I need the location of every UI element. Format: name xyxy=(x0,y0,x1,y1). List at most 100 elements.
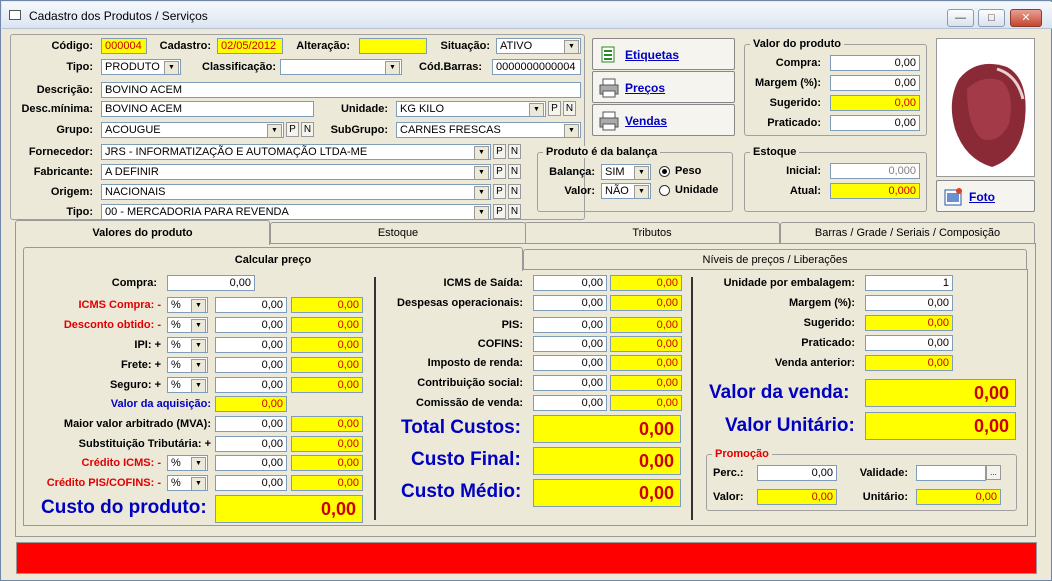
tab-valores[interactable]: Valores do produto xyxy=(15,220,270,245)
fabricante-n-button[interactable]: N xyxy=(508,164,521,179)
mid-row-field[interactable]: 0,00 xyxy=(533,375,607,391)
subtab-calcular[interactable]: Calcular preço xyxy=(23,247,523,271)
credicms-field[interactable]: 0,00 xyxy=(215,455,287,471)
fornecedor-p-button[interactable]: P xyxy=(493,144,506,159)
unid-embalagem-field[interactable]: 1 xyxy=(865,275,953,291)
descricao-field[interactable]: BOVINO ACEM xyxy=(101,82,581,98)
origem-select[interactable]: NACIONAIS xyxy=(101,184,491,200)
left-row-result-field[interactable]: 0,00 xyxy=(291,377,363,393)
mid-row-field[interactable]: 0,00 xyxy=(533,355,607,371)
credpis-field[interactable]: 0,00 xyxy=(215,475,287,491)
subgrupo-select[interactable]: CARNES FRESCAS xyxy=(396,122,581,138)
credpis-result-field[interactable]: 0,00 xyxy=(291,475,363,491)
tipo2-select[interactable]: 00 - MERCADORIA PARA REVENDA xyxy=(101,204,491,220)
left-row-field[interactable]: 0,00 xyxy=(215,317,287,333)
mva-result-field[interactable]: 0,00 xyxy=(291,416,363,432)
mid-row-result-field[interactable]: 0,00 xyxy=(610,317,682,333)
situacao-select[interactable]: ATIVO xyxy=(496,38,581,54)
tipo2-p-button[interactable]: P xyxy=(493,204,506,219)
tab-barras[interactable]: Barras / Grade / Seriais / Composição xyxy=(780,222,1035,244)
fabricante-select[interactable]: A DEFINIR xyxy=(101,164,491,180)
grupo-n-button[interactable]: N xyxy=(301,122,314,137)
r-praticado-field[interactable]: 0,00 xyxy=(865,335,953,351)
close-button[interactable]: ✕ xyxy=(1010,9,1042,27)
left-row-field[interactable]: 0,00 xyxy=(215,297,287,313)
r-margem-field[interactable]: 0,00 xyxy=(865,295,953,311)
st-field[interactable]: 0,00 xyxy=(215,436,287,452)
mid-row-result-field[interactable]: 0,00 xyxy=(610,395,682,411)
validade-field[interactable] xyxy=(916,465,986,481)
left-row-select[interactable]: % xyxy=(167,337,208,353)
valor-venda-field[interactable]: 0,00 xyxy=(865,379,1016,407)
credicms-select[interactable]: % xyxy=(167,455,208,471)
mid-row-result-field[interactable]: 0,00 xyxy=(610,336,682,352)
descmin-field[interactable]: BOVINO ACEM xyxy=(101,101,314,117)
alteracao-field[interactable] xyxy=(359,38,427,54)
credpis-select[interactable]: % xyxy=(167,475,208,491)
vp-praticado-field[interactable]: 0,00 xyxy=(830,115,920,131)
left-row-select[interactable]: % xyxy=(167,297,208,313)
estoque-atual-field[interactable]: 0,000 xyxy=(830,183,920,199)
tipo2-n-button[interactable]: N xyxy=(508,204,521,219)
st-result-field[interactable]: 0,00 xyxy=(291,436,363,452)
mid-row-field[interactable]: 0,00 xyxy=(533,295,607,311)
maximize-button[interactable]: □ xyxy=(978,9,1005,27)
custo-produto-field[interactable]: 0,00 xyxy=(215,495,363,523)
left-row-result-field[interactable]: 0,00 xyxy=(291,317,363,333)
unidade-p-button[interactable]: P xyxy=(548,101,561,116)
origem-n-button[interactable]: N xyxy=(508,184,521,199)
unidade-radio[interactable] xyxy=(659,185,670,196)
balanca-select[interactable]: SIM xyxy=(601,164,651,180)
mid-row-field[interactable]: 0,00 xyxy=(533,275,607,291)
grupo-p-button[interactable]: P xyxy=(286,122,299,137)
mid-row-result-field[interactable]: 0,00 xyxy=(610,295,682,311)
left-row-result-field[interactable]: 0,00 xyxy=(291,357,363,373)
vendas-button[interactable]: Vendas xyxy=(592,104,735,136)
custo-medio-field[interactable]: 0,00 xyxy=(533,479,681,507)
grupo-select[interactable]: ACOUGUE xyxy=(101,122,284,138)
classificacao-select[interactable] xyxy=(280,59,402,75)
left-row-field[interactable]: 0,00 xyxy=(215,337,287,353)
cadastro-field[interactable]: 02/05/2012 xyxy=(217,38,283,54)
left-row-result-field[interactable]: 0,00 xyxy=(291,337,363,353)
unidade-select[interactable]: KG KILO xyxy=(396,101,546,117)
subtab-niveis[interactable]: Níveis de preços / Liberações xyxy=(523,249,1027,271)
left-row-select[interactable]: % xyxy=(167,357,208,373)
r-sugerido-field[interactable]: 0,00 xyxy=(865,315,953,331)
tipo-select[interactable]: PRODUTO xyxy=(101,59,181,75)
etiquetas-button[interactable]: Etiquetas xyxy=(592,38,735,70)
left-row-field[interactable]: 0,00 xyxy=(215,357,287,373)
codigo-field[interactable]: 000004 xyxy=(101,38,147,54)
mid-row-field[interactable]: 0,00 xyxy=(533,336,607,352)
total-custos-field[interactable]: 0,00 xyxy=(533,415,681,443)
aquisicao-field[interactable]: 0,00 xyxy=(215,396,287,412)
tab-tributos[interactable]: Tributos xyxy=(524,222,780,244)
venda-anterior-field[interactable]: 0,00 xyxy=(865,355,953,371)
promo-unitario-field[interactable]: 0,00 xyxy=(916,489,1001,505)
origem-p-button[interactable]: P xyxy=(493,184,506,199)
precos-button[interactable]: Preços xyxy=(592,71,735,103)
mid-row-field[interactable]: 0,00 xyxy=(533,395,607,411)
tab-estoque[interactable]: Estoque xyxy=(270,222,526,244)
peso-radio[interactable] xyxy=(659,166,670,177)
minimize-button[interactable]: — xyxy=(947,9,974,27)
fornecedor-n-button[interactable]: N xyxy=(508,144,521,159)
fornecedor-select[interactable]: JRS - INFORMATIZAÇÃO E AUTOMAÇÃO LTDA-ME xyxy=(101,144,491,160)
custo-final-field[interactable]: 0,00 xyxy=(533,447,681,475)
valor-unitario-field[interactable]: 0,00 xyxy=(865,412,1016,440)
mid-row-result-field[interactable]: 0,00 xyxy=(610,375,682,391)
left-row-select[interactable]: % xyxy=(167,317,208,333)
codbarras-field[interactable]: 0000000000004 xyxy=(492,59,581,75)
mid-row-field[interactable]: 0,00 xyxy=(533,317,607,333)
left-row-field[interactable]: 0,00 xyxy=(215,377,287,393)
perc-field[interactable]: 0,00 xyxy=(757,465,837,481)
validade-picker-button[interactable]: ... xyxy=(986,465,1001,480)
vp-sugerido-field[interactable]: 0,00 xyxy=(830,95,920,111)
mva-field[interactable]: 0,00 xyxy=(215,416,287,432)
estoque-inicial-field[interactable]: 0,000 xyxy=(830,163,920,179)
vp-margem-field[interactable]: 0,00 xyxy=(830,75,920,91)
mid-row-result-field[interactable]: 0,00 xyxy=(610,275,682,291)
compra-field[interactable]: 0,00 xyxy=(167,275,255,291)
foto-button[interactable]: Foto xyxy=(936,180,1035,212)
fabricante-p-button[interactable]: P xyxy=(493,164,506,179)
